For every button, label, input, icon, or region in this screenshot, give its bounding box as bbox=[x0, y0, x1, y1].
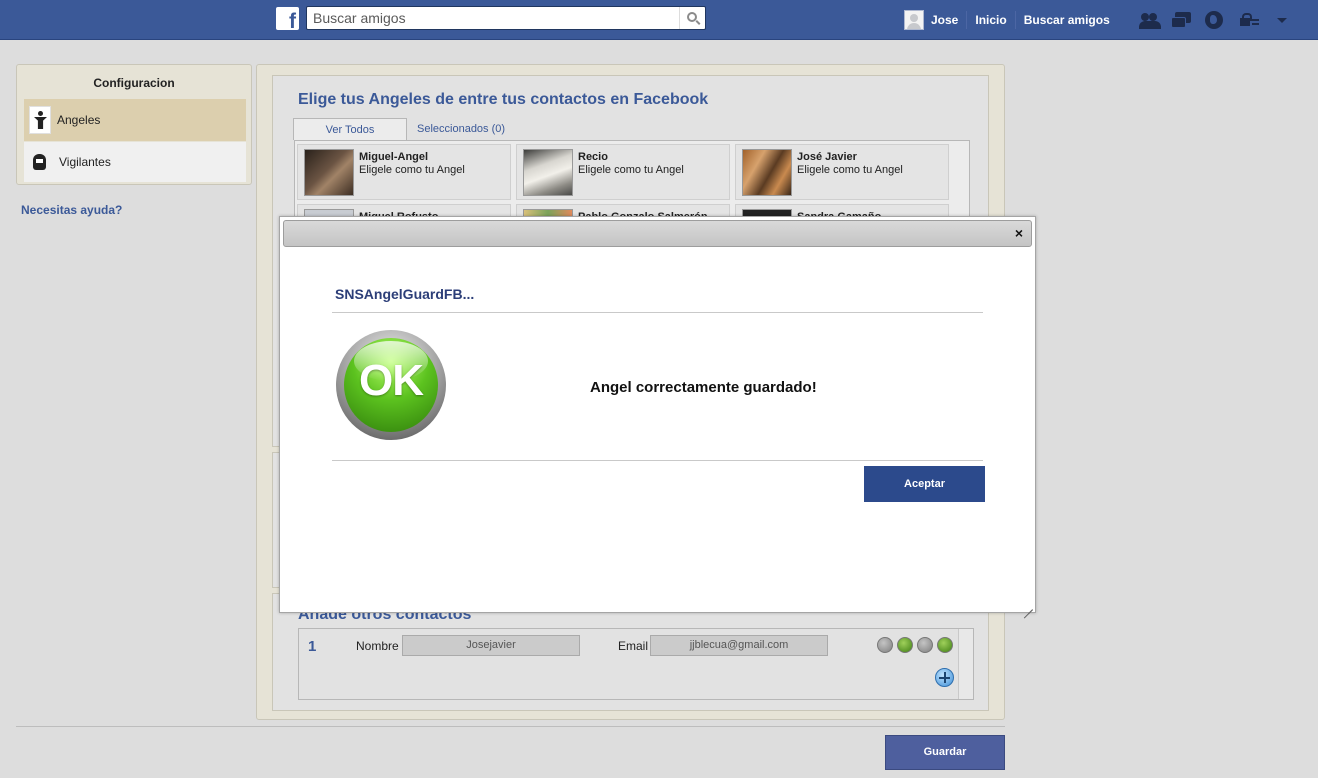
contact-photo bbox=[523, 149, 573, 196]
sidebar-item-label: Angeles bbox=[57, 113, 101, 127]
resize-handle-icon[interactable] bbox=[1023, 600, 1033, 610]
name-field[interactable]: Josejavier bbox=[402, 635, 580, 656]
name-label: Nombre bbox=[356, 639, 399, 653]
ok-check-icon: OK bbox=[336, 330, 446, 442]
contact-photo bbox=[304, 149, 354, 196]
contact-subtitle: Eligele como tu Angel bbox=[797, 164, 903, 176]
confirmation-dialog: × SNSAngelGuardFB... OK Angel correctame… bbox=[279, 216, 1036, 613]
row-scrollbar[interactable] bbox=[958, 629, 973, 699]
add-contact-icon[interactable] bbox=[935, 668, 954, 687]
chat-icon[interactable] bbox=[917, 637, 933, 653]
top-navigation-bar: f Jose Inicio Buscar amigos bbox=[0, 0, 1318, 40]
email-field[interactable]: jjblecua@gmail.com bbox=[650, 635, 828, 656]
sidebar-item-vigilantes[interactable]: Vigilantes bbox=[24, 142, 246, 182]
save-button[interactable]: Guardar bbox=[885, 735, 1005, 770]
profile-link[interactable]: Jose bbox=[931, 12, 966, 28]
divider bbox=[16, 726, 1005, 727]
tab-ver-todos[interactable]: Ver Todos bbox=[293, 118, 407, 140]
settings-sidebar: Configuracion Angeles Vigilantes bbox=[16, 64, 252, 185]
account-dropdown-icon[interactable] bbox=[1275, 10, 1289, 30]
dialog-message: Angel correctamente guardado! bbox=[590, 379, 817, 396]
row-number: 1 bbox=[308, 638, 317, 655]
sidebar-item-angeles[interactable]: Angeles bbox=[24, 99, 246, 141]
nav-icons bbox=[1139, 0, 1289, 40]
divider bbox=[332, 460, 983, 461]
contact-photo bbox=[742, 149, 792, 196]
contact-name: José Javier bbox=[797, 151, 857, 163]
angel-icon bbox=[29, 106, 51, 134]
friend-requests-icon[interactable] bbox=[1139, 10, 1161, 30]
tab-seleccionados[interactable]: Seleccionados (0) bbox=[417, 118, 505, 140]
home-link[interactable]: Inicio bbox=[967, 12, 1014, 28]
contact-card[interactable]: José Javier Eligele como tu Angel bbox=[735, 144, 949, 200]
search-button[interactable] bbox=[679, 7, 705, 29]
disabled-action-icon[interactable] bbox=[877, 637, 893, 653]
contact-card[interactable]: Miguel-Angel Eligele como tu Angel bbox=[297, 144, 511, 200]
contact-name: Miguel-Angel bbox=[359, 151, 429, 163]
search-icon bbox=[686, 12, 697, 22]
messages-icon[interactable] bbox=[1171, 10, 1193, 30]
nav-links: Jose Inicio Buscar amigos bbox=[904, 0, 1118, 40]
edit-pencil-icon[interactable] bbox=[937, 637, 953, 653]
delete-green-icon[interactable] bbox=[897, 637, 913, 653]
contact-subtitle: Eligele como tu Angel bbox=[359, 164, 465, 176]
accept-button[interactable]: Aceptar bbox=[864, 466, 985, 502]
search-input[interactable] bbox=[307, 7, 677, 29]
find-friends-link[interactable]: Buscar amigos bbox=[1016, 12, 1118, 28]
dialog-title: SNSAngelGuardFB... bbox=[335, 286, 475, 302]
spy-icon bbox=[31, 153, 49, 171]
email-label: Email bbox=[618, 639, 649, 653]
user-avatar[interactable] bbox=[904, 10, 924, 30]
sidebar-item-label: Vigilantes bbox=[59, 155, 111, 169]
facebook-logo-icon[interactable]: f bbox=[276, 7, 299, 32]
page-title: Elige tus Angeles de entre tus contactos… bbox=[298, 91, 709, 108]
contact-subtitle: Eligele como tu Angel bbox=[578, 164, 684, 176]
privacy-lock-icon[interactable] bbox=[1235, 10, 1265, 30]
divider bbox=[332, 312, 983, 313]
notifications-globe-icon[interactable] bbox=[1203, 10, 1225, 30]
dialog-titlebar[interactable]: × bbox=[283, 220, 1032, 247]
sidebar-title: Configuracion bbox=[93, 76, 175, 90]
help-link[interactable]: Necesitas ayuda? bbox=[21, 203, 122, 217]
contact-card[interactable]: Recio Eligele como tu Angel bbox=[516, 144, 730, 200]
close-icon[interactable]: × bbox=[1015, 226, 1023, 240]
contact-name: Recio bbox=[578, 151, 608, 163]
contacts-grid: Miguel-Angel Eligele como tu Angel Recio… bbox=[294, 140, 970, 220]
search-box bbox=[306, 6, 706, 30]
